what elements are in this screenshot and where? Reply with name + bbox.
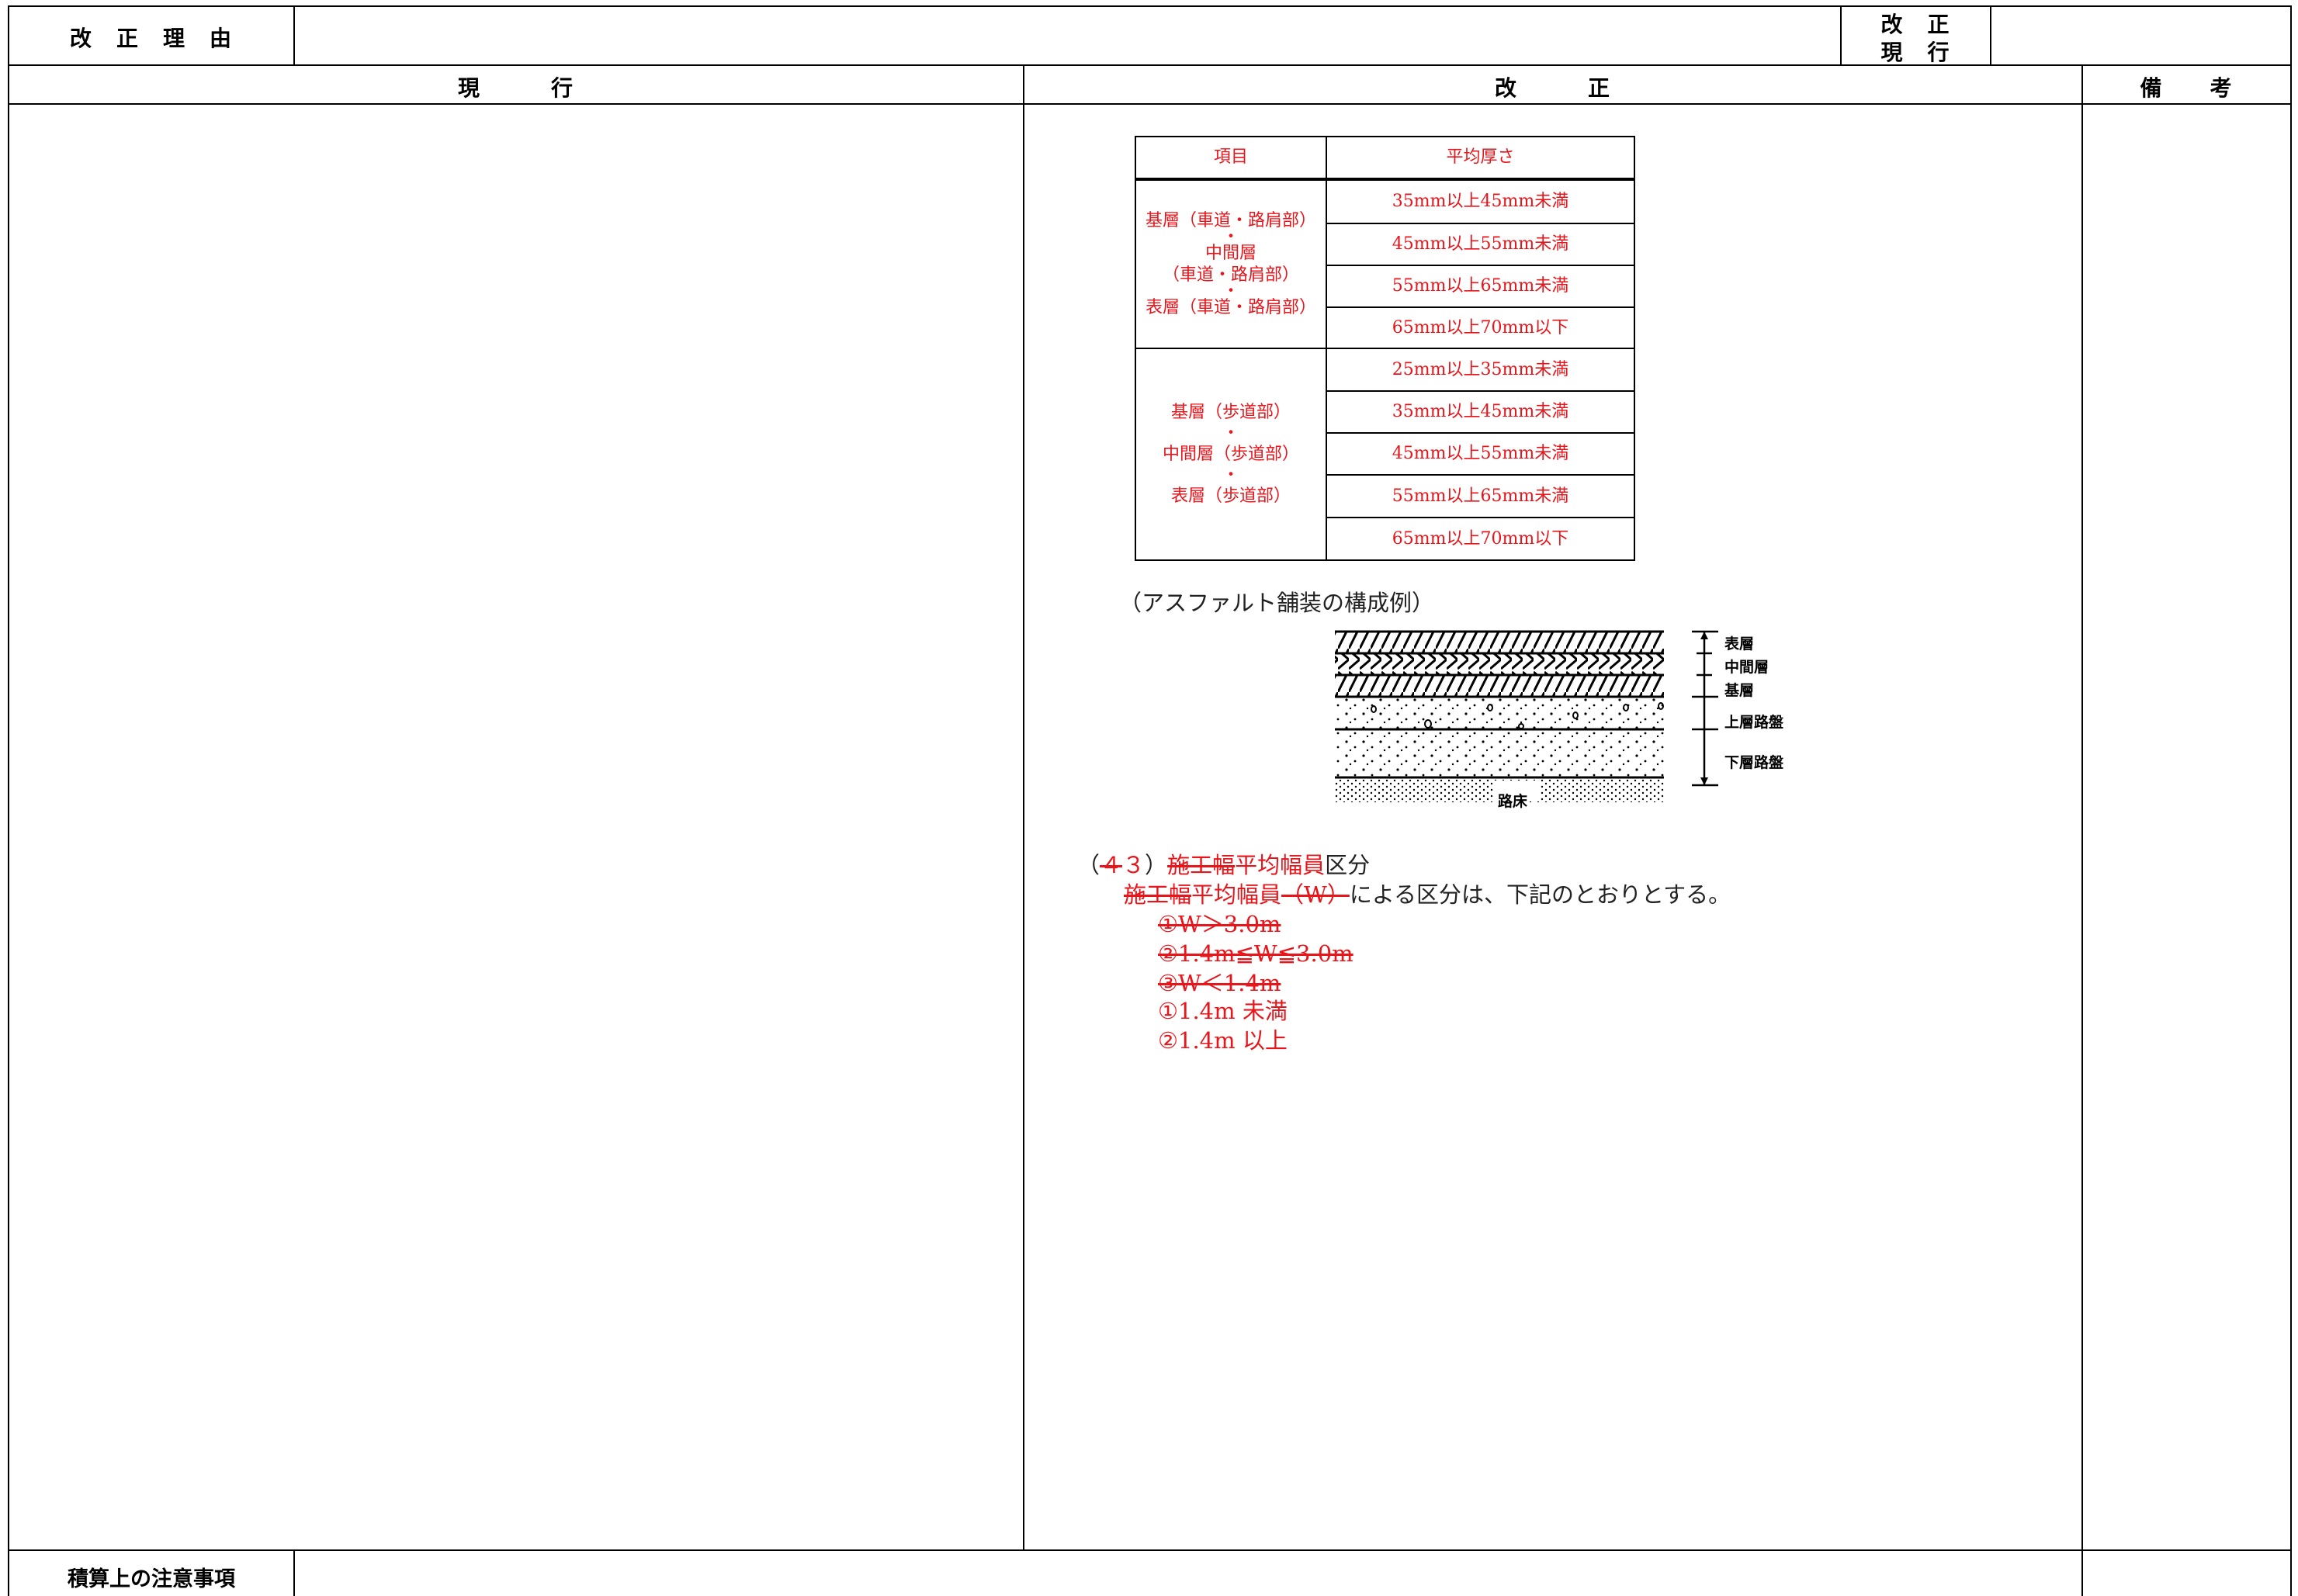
new-item: ①1.4m 未満 (1158, 998, 1288, 1024)
col-divider-current (1023, 65, 1024, 1551)
table-group-roadway: 基層（車道・路肩部） ・ 中間層 （車道・路肩部） ・ 表層（車道・路肩部） (1145, 210, 1316, 317)
estimation-notes-label: 積算上の注意事項 (68, 1567, 235, 1591)
table-row: 45mm以上55mm未満 (1392, 444, 1569, 463)
new-item: ②1.4m 以上 (1158, 1027, 1288, 1054)
reason-label-divider (293, 5, 295, 65)
layer-label-subgrade: 路床 (1498, 793, 1528, 810)
table-header-thickness: 平均厚さ (1446, 147, 1515, 167)
deleted-item: ②1.4m≦W≦3.0m (1158, 940, 1353, 967)
frame-left (8, 5, 9, 1596)
table-row: 25mm以上35mm未満 (1392, 359, 1569, 379)
deleted-item: ①W＞3.0m (1158, 911, 1281, 937)
footer-label-divider (293, 1549, 295, 1596)
footer-top (8, 1549, 2292, 1551)
frame-right (2290, 5, 2292, 1596)
revision-label-right (1990, 5, 1991, 65)
table-row: 45mm以上55mm未満 (1392, 234, 1569, 254)
revision-label-current: 現 行 (1880, 40, 1951, 65)
diagram-caption: （アスファルト舗装の構成例） (1119, 590, 1435, 616)
layer-label-lower-subbase: 下層路盤 (1724, 754, 1784, 771)
frame-top (8, 5, 2292, 7)
table-row: 35mm以上45mm未満 (1392, 402, 1569, 421)
section-description: 施工幅平均幅員（W）による区分は、下記のとおりとする。 (1124, 881, 1731, 908)
revision-label-revised: 改 正 (1880, 12, 1951, 37)
deleted-item: ③W＜1.4m (1158, 970, 1281, 996)
table-row: 55mm以上65mm未満 (1392, 486, 1569, 506)
layer-dimension-marks (1692, 630, 1718, 787)
table-row: 35mm以上45mm未満 (1392, 192, 1569, 211)
section-heading: （４３）施工幅平均幅員区分 (1077, 852, 1371, 878)
col-divider-remarks (2081, 65, 2083, 1596)
layer-label-base: 基層 (1724, 682, 1755, 699)
layer-label-binder: 中間層 (1724, 659, 1769, 676)
pavement-structure-diagram (1335, 630, 1664, 802)
table-header-item: 項目 (1213, 147, 1248, 167)
table-row: 65mm以上70mm以下 (1392, 528, 1569, 549)
col-header-bottom (8, 103, 2292, 105)
layer-label-surface: 表層 (1724, 635, 1755, 653)
table-row: 55mm以上65mm未満 (1392, 276, 1569, 296)
reason-label: 改 正 理 由 (69, 26, 233, 51)
column-header-remarks: 備 考 (2140, 75, 2234, 101)
table-group-sidewalk: 基層（歩道部） ・ 中間層（歩道部） ・ 表層（歩道部） (1162, 402, 1299, 506)
layer-label-upper-subbase: 上層路盤 (1724, 714, 1784, 731)
table-row: 65mm以上70mm以下 (1392, 317, 1569, 338)
column-header-current: 現 行 (457, 75, 574, 101)
column-header-revised: 改 正 (1494, 75, 1611, 101)
